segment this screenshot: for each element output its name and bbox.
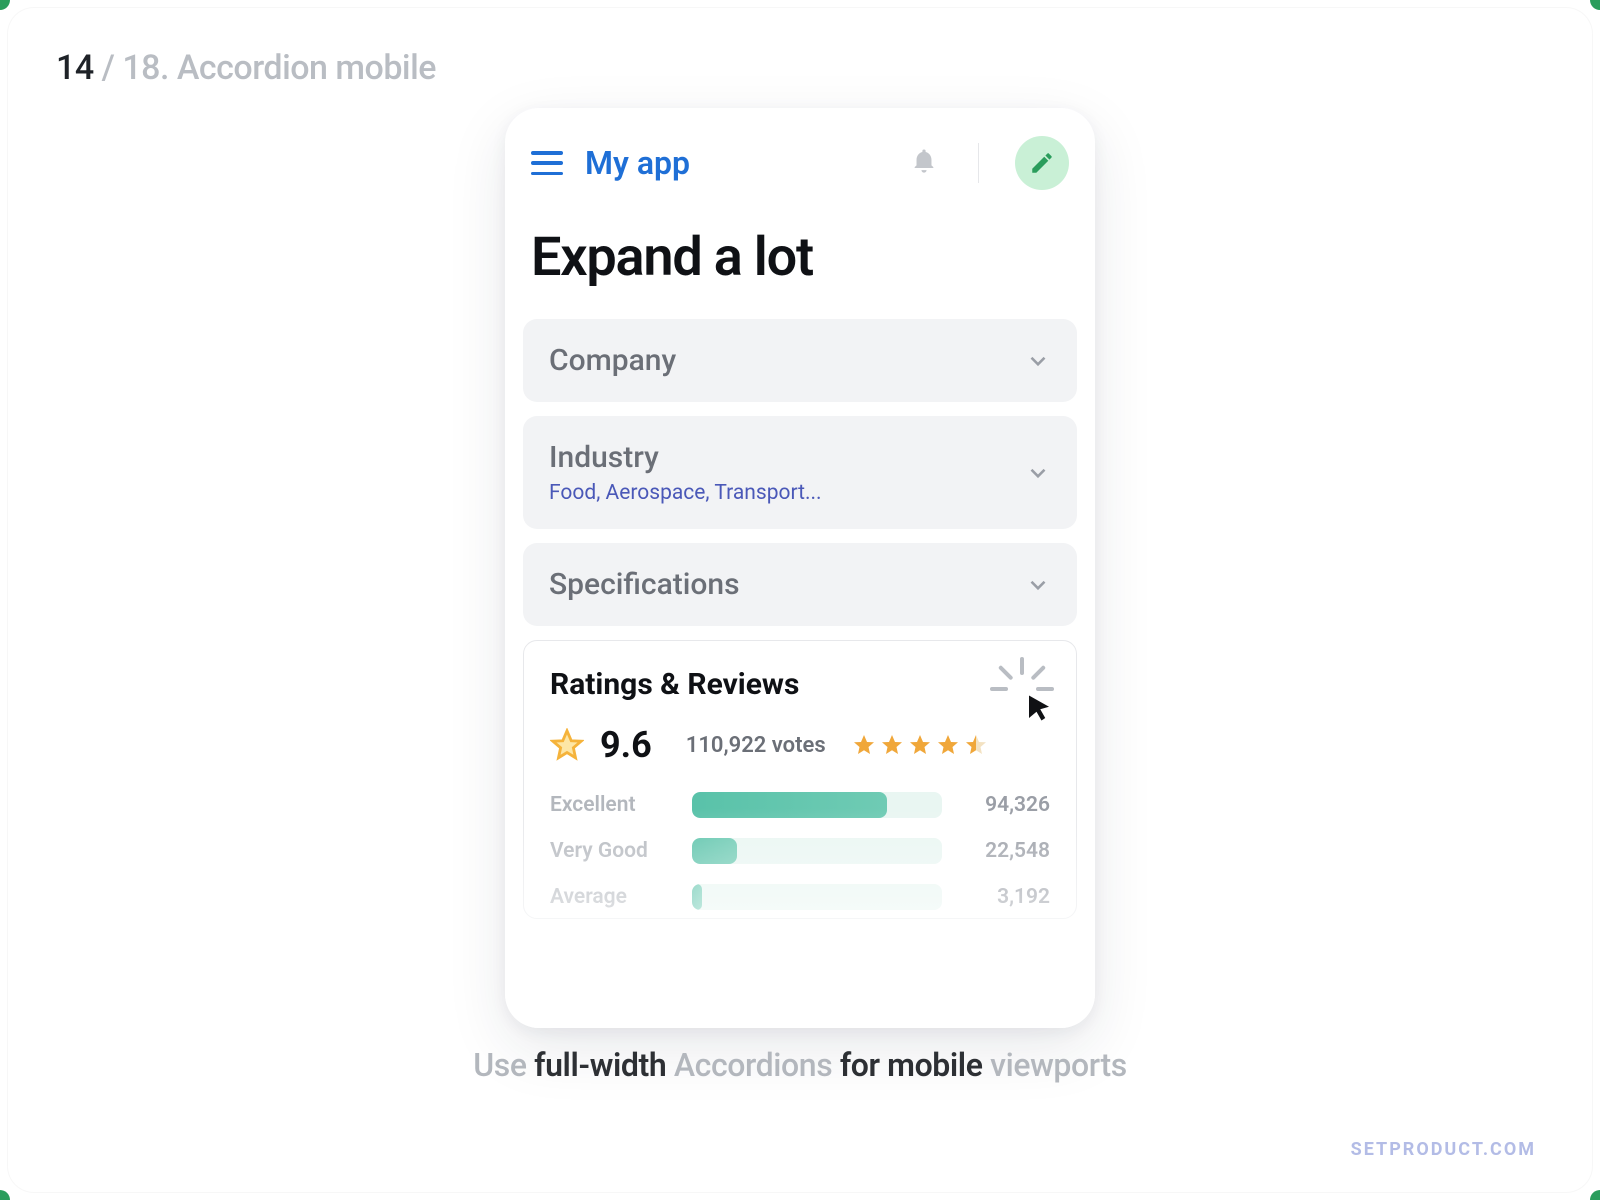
click-indicator-icon	[992, 659, 1052, 719]
rating-count: 94,326	[960, 793, 1050, 817]
slide-total-label: / 18. Accordion mobile	[94, 48, 436, 88]
page-heading: Expand a lot	[505, 208, 1095, 319]
rating-row-verygood: Very Good 22,548	[550, 838, 1050, 864]
accordion-label: Industry	[549, 440, 1025, 475]
accordion-label: Company	[549, 343, 1025, 378]
app-bar: My app	[505, 108, 1095, 208]
star-icon	[852, 733, 876, 757]
accordion-label: Specifications	[549, 567, 1025, 602]
accordion-subtitle: Food, Aerospace, Transport...	[549, 481, 1025, 505]
bell-icon[interactable]	[910, 146, 938, 180]
rating-row-average: Average 3,192	[550, 884, 1050, 910]
star-icon	[936, 733, 960, 757]
rating-row-excellent: Excellent 94,326	[550, 792, 1050, 818]
chevron-down-icon	[1025, 460, 1051, 486]
rating-count: 3,192	[960, 885, 1050, 909]
chevron-down-icon	[1025, 348, 1051, 374]
ratings-score: 9.6	[600, 724, 652, 766]
star-icon	[908, 733, 932, 757]
ratings-title: Ratings & Reviews	[550, 667, 1050, 702]
rating-bar	[692, 792, 942, 818]
ratings-breakdown: Excellent 94,326 Very Good 22,548 Averag…	[550, 792, 1050, 910]
rating-bar	[692, 884, 942, 910]
slide-caption: Use full-width Accordions for mobile vie…	[8, 1046, 1592, 1084]
accordion-specifications[interactable]: Specifications	[523, 543, 1077, 626]
slide-counter: 14 / 18. Accordion mobile	[56, 48, 436, 88]
rating-label: Excellent	[550, 793, 674, 817]
rating-label: Very Good	[550, 839, 674, 863]
rating-bar	[692, 838, 942, 864]
edit-button[interactable]	[1015, 136, 1069, 190]
slide-index: 14	[56, 48, 94, 88]
app-title: My app	[585, 144, 888, 182]
star-icon	[550, 728, 584, 762]
accordion-list: Company Industry Food, Aerospace, Transp…	[505, 319, 1095, 919]
rating-count: 22,548	[960, 839, 1050, 863]
ratings-stars	[852, 733, 988, 757]
accordion-industry[interactable]: Industry Food, Aerospace, Transport...	[523, 416, 1077, 529]
cursor-icon	[1024, 693, 1054, 723]
accordion-ratings-open[interactable]: Ratings & Reviews 9.6 110,922 votes	[523, 640, 1077, 919]
watermark: SETPRODUCT.COM	[1351, 1139, 1536, 1160]
ratings-votes: 110,922 votes	[686, 733, 826, 758]
divider	[978, 143, 979, 183]
pencil-icon	[1029, 150, 1055, 176]
menu-icon[interactable]	[531, 151, 563, 175]
star-half-icon	[964, 733, 988, 757]
accordion-company[interactable]: Company	[523, 319, 1077, 402]
slide-canvas: 14 / 18. Accordion mobile My app Expand …	[8, 8, 1592, 1192]
star-icon	[880, 733, 904, 757]
ratings-summary: 9.6 110,922 votes	[550, 724, 1050, 766]
mobile-frame: My app Expand a lot Company Industry Foo…	[505, 108, 1095, 1028]
rating-label: Average	[550, 885, 674, 909]
chevron-down-icon	[1025, 572, 1051, 598]
